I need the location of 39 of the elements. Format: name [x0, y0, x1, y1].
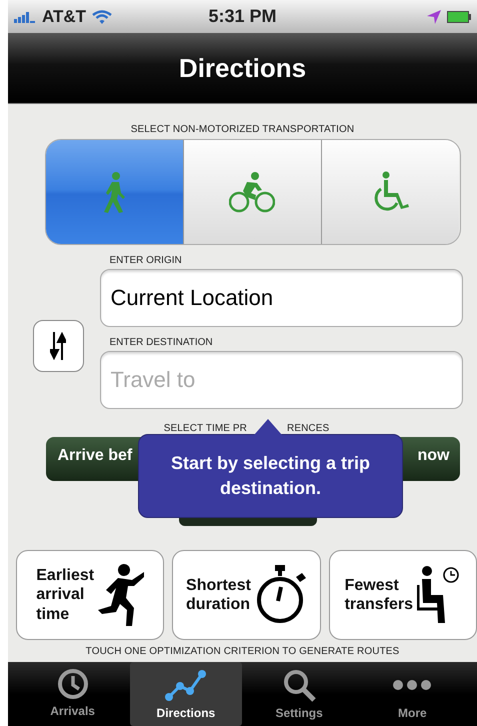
clock-time: 5:31 PM	[208, 6, 277, 27]
field-label: ENTER DESTINATION	[110, 337, 214, 348]
tooltip-text: Start by selecting a trip destination.	[170, 452, 372, 500]
section-label: SELECT TIME PR	[164, 423, 247, 434]
bicycle-icon	[229, 171, 276, 213]
screen-title: Directions	[178, 52, 306, 84]
location-arrow-icon	[427, 10, 441, 24]
swap-button[interactable]	[32, 320, 84, 372]
hint-text: TOUCH ONE OPTIMIZATION CRITERION TO GENERATE ROUTES	[86, 646, 400, 657]
line-graph-icon	[164, 668, 208, 702]
criterion-button[interactable]: Fewest transfers	[328, 550, 477, 640]
criterion-button[interactable]: Earliest arrival time	[16, 550, 164, 640]
more-icon	[392, 679, 432, 691]
seated-person-icon	[417, 565, 462, 625]
battery-icon	[447, 10, 471, 22]
carrier-name: AT&T	[42, 6, 86, 26]
swap-arrows-icon	[50, 332, 66, 360]
origin-field[interactable]: Current Location	[100, 269, 462, 327]
section-label: RENCES	[287, 423, 330, 434]
destination-field[interactable]: Travel to	[100, 351, 462, 409]
signal-icon	[14, 10, 36, 22]
tab-item[interactable]: More	[356, 662, 468, 726]
field-label: ENTER ORIGIN	[110, 255, 183, 266]
runner-icon	[98, 564, 144, 626]
transport-mode-button[interactable]	[321, 140, 460, 244]
criterion-button[interactable]: Shortest duration	[172, 550, 321, 640]
tab-item[interactable]: Directions	[130, 662, 242, 726]
wifi-icon	[92, 10, 112, 24]
tab-item[interactable]: Arrivals	[16, 662, 129, 726]
walker-icon	[101, 171, 128, 213]
time-option[interactable]: now	[418, 447, 450, 465]
time-option[interactable]: Arrive bef	[58, 447, 132, 465]
stopwatch-icon	[254, 565, 307, 625]
clock-icon	[56, 668, 89, 700]
transport-mode-button[interactable]	[46, 140, 183, 244]
tab-item[interactable]: Settings	[243, 662, 356, 726]
section-label: SELECT NON-MOTORIZED TRANSPORTATION	[130, 124, 354, 135]
transport-mode-button[interactable]	[182, 140, 322, 244]
search-icon	[282, 668, 316, 702]
